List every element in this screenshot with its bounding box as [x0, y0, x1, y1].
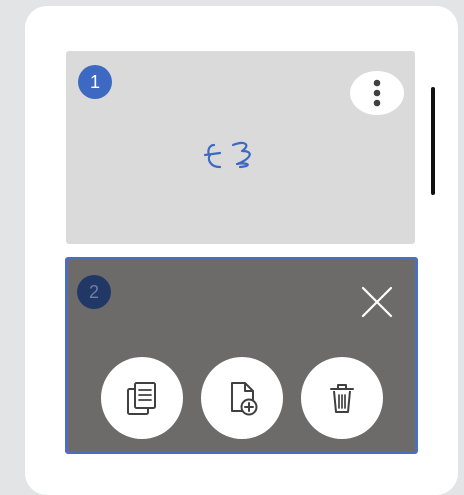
trash-icon: [323, 379, 361, 417]
page-thumbnail-2[interactable]: 2: [65, 257, 418, 454]
page-thumbnail-1[interactable]: 1: [66, 51, 415, 244]
page-options-button[interactable]: [350, 71, 404, 115]
add-page-icon: [222, 378, 262, 418]
delete-page-button[interactable]: [301, 357, 383, 439]
page-number-badge: 1: [78, 65, 112, 99]
add-page-button[interactable]: [201, 357, 283, 439]
close-selection-button[interactable]: [359, 284, 395, 320]
more-vertical-icon: [373, 79, 381, 107]
scrollbar-thumb[interactable]: [431, 87, 435, 195]
page-number-badge: 2: [77, 275, 111, 309]
page-thumbnail-panel: 1 2: [25, 6, 458, 495]
close-icon: [359, 284, 395, 320]
copy-page-icon: [124, 379, 160, 417]
copy-page-button[interactable]: [101, 357, 183, 439]
handwritten-sketch: [203, 141, 251, 169]
